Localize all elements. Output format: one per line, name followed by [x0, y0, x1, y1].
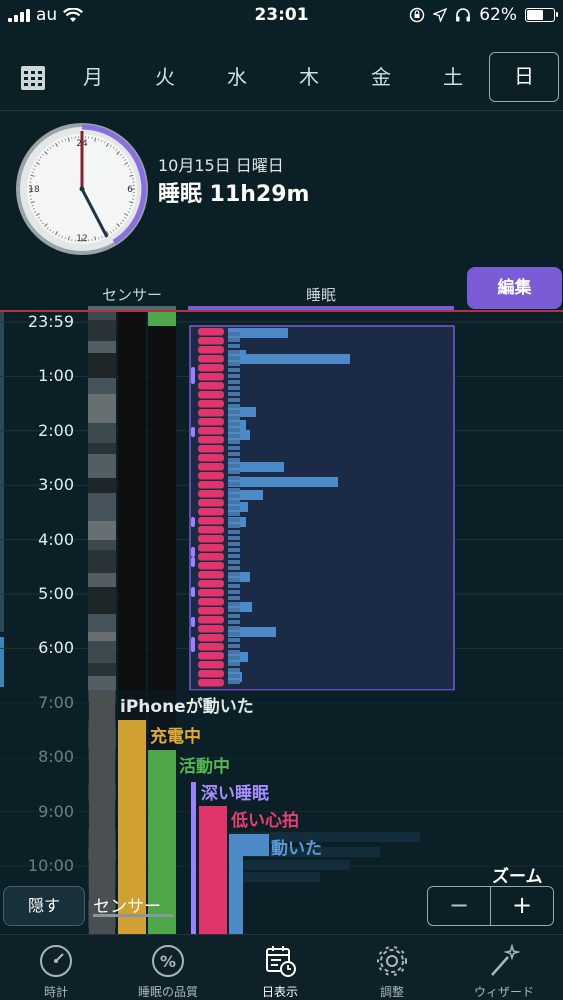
legend-bar-low-heart-rate: [199, 806, 227, 934]
column-label-sleep: 睡眠: [305, 286, 336, 304]
gear-icon: [377, 946, 407, 976]
status-bar: au 23:01 62%: [0, 0, 563, 30]
edit-button[interactable]: 編集: [467, 267, 562, 309]
sleep-duration-title: 睡眠 11h29m: [158, 182, 310, 207]
tab-day-thu[interactable]: 木: [274, 52, 344, 102]
tab-day-tue[interactable]: 火: [130, 52, 200, 102]
zoom-out-button[interactable]: −: [428, 887, 491, 925]
sensor-underline: [93, 914, 173, 917]
calendar-clock-icon: [266, 946, 296, 977]
gauge-icon: [40, 945, 72, 977]
clock-label-6: 6: [127, 185, 133, 195]
tab-wizard[interactable]: ウィザード: [448, 935, 560, 1000]
legend-bar-deep-sleep: [191, 782, 196, 934]
calendar-grid-icon[interactable]: [20, 65, 46, 91]
sleep-timeline-chart[interactable]: 23:591:002:003:004:005:006:007:008:009:0…: [0, 312, 563, 934]
tab-adjust[interactable]: 調整: [336, 935, 448, 1000]
tab-sleep-quality[interactable]: % 睡眠の品質: [112, 935, 224, 1000]
battery-icon: [525, 8, 558, 22]
bottom-tab-bar: 時計 % 睡眠の品質 日表示 調整 ウィザード: [0, 934, 563, 1000]
tab-day-sun[interactable]: 日: [489, 52, 559, 102]
tab-day-sat[interactable]: 土: [418, 52, 488, 102]
clock-label-12: 12: [76, 234, 87, 244]
tab-label: 時計: [43, 985, 68, 999]
column-label-sensor: センサー: [101, 286, 162, 304]
tab-label: 調整: [379, 985, 404, 999]
legend-low-heart-rate: 低い心拍: [231, 811, 299, 831]
legend-bar-moved: [229, 834, 269, 856]
magic-wand-icon: [491, 943, 521, 976]
tab-day-fri[interactable]: 金: [346, 52, 416, 102]
battery-percent: 62%: [479, 5, 517, 25]
sleep-date: 10月15日 日曜日: [158, 156, 284, 175]
zoom-in-button[interactable]: +: [491, 887, 553, 925]
clock-label-18: 18: [28, 185, 40, 195]
legend-bar-moved-stem: [229, 856, 243, 934]
zoom-control: − +: [427, 886, 554, 926]
tab-day-mon[interactable]: 月: [58, 52, 128, 102]
divider: [0, 110, 563, 111]
legend-deep-sleep: 深い睡眠: [201, 784, 269, 804]
legend-charging: 充電中: [150, 727, 201, 747]
legend-moved: 動いた: [271, 839, 322, 859]
tab-label: 日表示: [261, 985, 298, 999]
day-tabs: 月 火 水 木 金 土 日: [0, 52, 563, 104]
tab-day-view[interactable]: 日表示: [224, 935, 336, 1000]
tab-clock[interactable]: 時計: [0, 935, 112, 1000]
legend-activity: 活動中: [179, 757, 230, 777]
tab-day-wed[interactable]: 水: [202, 52, 272, 102]
zoom-label: ズーム: [492, 867, 543, 887]
orientation-lock-icon: [409, 7, 425, 23]
headphones-icon: [456, 8, 471, 22]
tab-label: ウィザード: [473, 985, 534, 999]
tab-label: 睡眠の品質: [137, 985, 198, 999]
svg-text:%: %: [160, 952, 176, 971]
location-icon: [433, 8, 448, 22]
hide-button[interactable]: 隠す: [3, 886, 85, 926]
percent-icon: %: [152, 945, 184, 977]
legend-iphone-moved: iPhoneが動いた: [120, 697, 254, 717]
sleep-clock-dial: 24 6 12 18: [16, 123, 148, 255]
